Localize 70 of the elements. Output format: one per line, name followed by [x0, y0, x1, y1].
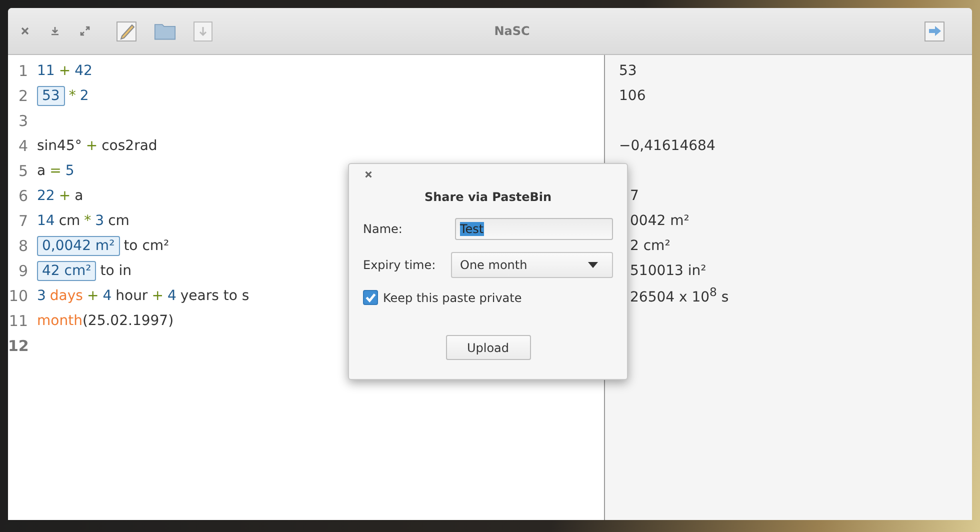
line-number: 12	[8, 336, 28, 354]
expression-token: 4	[167, 288, 176, 304]
expression-token: 2	[80, 88, 89, 104]
expression-token: 42	[74, 62, 92, 78]
expression-token: *	[84, 212, 92, 228]
expression-token: +	[58, 188, 71, 204]
result-value: 106	[619, 88, 646, 104]
line-number: 3	[17, 112, 28, 130]
upload-button[interactable]: Upload	[446, 335, 530, 360]
line-number: 9	[17, 262, 28, 280]
download-icon[interactable]	[50, 26, 60, 36]
expression-token: 14	[37, 212, 55, 228]
expression-token: 11	[37, 62, 55, 78]
line-number: 5	[17, 162, 28, 180]
expression-token: 5	[65, 162, 74, 178]
expression-token: a	[37, 162, 46, 178]
expression-token: *	[68, 88, 76, 104]
line-number: 1	[17, 62, 28, 80]
close-icon[interactable]	[20, 26, 30, 36]
expression-token: to in	[100, 262, 132, 278]
expression-token: 3	[95, 212, 104, 228]
expression-token: 3	[37, 288, 46, 304]
result-reference: 0,0042 m²	[37, 236, 120, 256]
expression-token: years to s	[180, 288, 250, 304]
expiry-label: Expiry time:	[363, 258, 436, 272]
checkbox[interactable]	[363, 290, 378, 305]
expression-token: sin45°	[37, 138, 82, 154]
expression-token: a	[74, 188, 84, 204]
result-value: −0,41614684	[619, 138, 716, 154]
dialog-title: Share via PasteBin	[423, 190, 553, 204]
result-reference: 42 cm²	[37, 260, 96, 280]
result-reference: 53	[37, 86, 65, 106]
expression-token: +	[86, 138, 98, 154]
line-number: 2	[17, 86, 28, 104]
expression-token: to cm²	[124, 238, 170, 254]
expression-token: 4	[102, 288, 112, 304]
expression-token: +	[152, 288, 164, 304]
expression-token: cm	[58, 212, 80, 228]
result-value: 2 cm²	[630, 238, 670, 254]
line-number: 11	[8, 312, 28, 330]
line-number: 8	[17, 236, 28, 254]
expression-token: =	[50, 162, 62, 178]
expression-token: month	[37, 312, 82, 328]
expression-token: cos2rad	[102, 138, 158, 154]
expression-token: hour	[116, 288, 148, 304]
name-field[interactable]: Test	[455, 218, 613, 240]
line-number: 10	[8, 286, 28, 304]
name-label: Name:	[363, 222, 402, 236]
result-value: 26504 x 10$^{8}$ s	[630, 285, 729, 306]
result-value: 0042 m²	[630, 212, 690, 228]
expression-token: +	[86, 288, 99, 304]
line-number: 6	[17, 186, 28, 204]
expand-icon[interactable]	[80, 26, 90, 36]
expression-token: 22	[37, 188, 55, 204]
caret-icon	[588, 262, 598, 268]
export-icon[interactable]	[924, 20, 946, 42]
pencil-icon[interactable]	[116, 20, 138, 42]
line-number: 4	[17, 136, 28, 154]
expression-token: (25.02.1997)	[82, 312, 174, 328]
expiry-dropdown[interactable]: One month	[451, 252, 613, 278]
window-title: NaSC	[493, 24, 531, 38]
result-value: 510013 in²	[630, 262, 706, 278]
expression-token: +	[58, 62, 71, 78]
result-value: 53	[619, 62, 637, 78]
expression-token: days	[50, 288, 83, 304]
expression-token: cm	[108, 212, 130, 228]
close-icon[interactable]	[364, 170, 373, 179]
checkbox-label: Keep this paste private	[383, 290, 522, 304]
line-number: 7	[17, 212, 28, 230]
result-value: 7	[630, 188, 639, 204]
